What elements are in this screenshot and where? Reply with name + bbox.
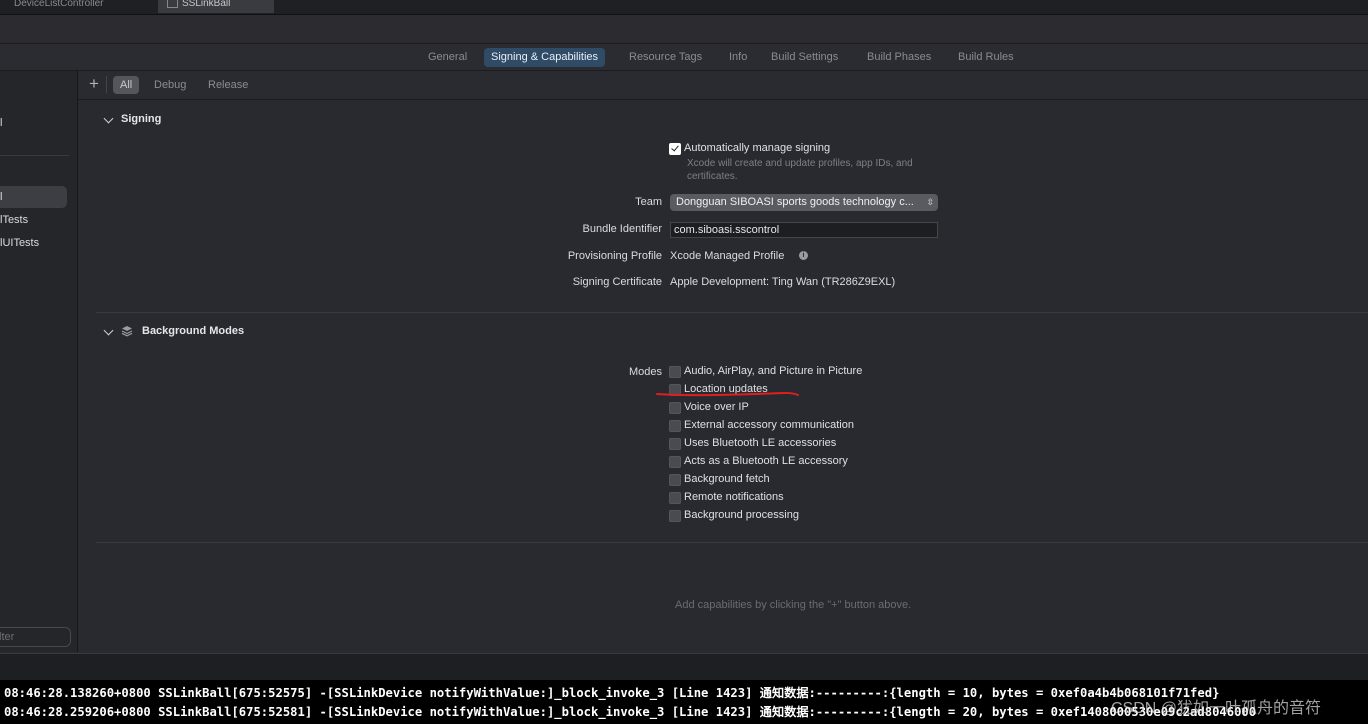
console-toolbar-strip <box>0 654 1368 680</box>
add-capability-button[interactable]: + <box>86 74 102 94</box>
section-divider <box>96 312 1368 313</box>
team-value: Dongguan SIBOASI sports goods technology… <box>676 196 914 208</box>
team-popup-button[interactable]: Dongguan SIBOASI sports goods technology… <box>670 194 938 211</box>
file-tab-label: SSLinkBall <box>182 0 231 9</box>
tab-signing-capabilities[interactable]: Signing & Capabilities <box>484 48 606 67</box>
mode-checkbox-audio[interactable] <box>669 366 681 378</box>
tab-resource-tags[interactable]: Resource Tags <box>622 48 709 67</box>
filter-release-button[interactable]: Release <box>201 76 255 94</box>
tab-build-phases[interactable]: Build Phases <box>860 48 938 67</box>
filter-all-button[interactable]: All <box>113 76 140 94</box>
up-down-chevron-icon: ⇳ <box>926 197 934 207</box>
info-icon[interactable]: i <box>799 251 808 260</box>
auto-manage-signing-label: Automatically manage signing <box>684 142 831 154</box>
filter-debug-button[interactable]: Debug <box>147 76 193 94</box>
file-tab-bar: DeviceListController SSLinkBall <box>0 0 1368 15</box>
console-log-line: 08:46:28.259206+0800 SSLinkBall[675:5258… <box>4 705 1257 719</box>
targets-sidebar: l l lTests lUITests lter <box>0 71 78 652</box>
red-underline-annotation <box>656 392 799 397</box>
mode-checkbox-bluetooth-peripheral[interactable] <box>669 456 681 468</box>
tab-general[interactable]: General <box>421 48 474 67</box>
sidebar-selection <box>0 186 67 208</box>
mode-label-bluetooth-central: Uses Bluetooth LE accessories <box>684 437 837 449</box>
sidebar-item-uitests[interactable]: lUITests <box>0 237 39 249</box>
layers-icon <box>121 326 133 337</box>
navigator-band <box>0 15 1368 44</box>
signing-certificate-value: Apple Development: Ting Wan (TR286Z9EXL) <box>670 276 896 288</box>
tab-info[interactable]: Info <box>722 48 754 67</box>
signing-section-header[interactable]: Signing <box>121 113 161 125</box>
filter-divider <box>106 76 107 93</box>
mode-label-background-processing: Background processing <box>684 509 799 521</box>
modes-label: Modes <box>628 366 662 378</box>
chevron-down-icon[interactable] <box>103 325 114 336</box>
auto-manage-hint: Xcode will create and update profiles, a… <box>687 158 913 182</box>
sidebar-item-project[interactable]: l <box>0 117 2 129</box>
project-icon <box>167 0 178 8</box>
mode-checkbox-voip[interactable] <box>669 402 681 414</box>
team-label: Team <box>635 196 662 208</box>
capabilities-editor: Signing Automatically manage signing Xco… <box>78 100 1368 652</box>
mode-label-background-fetch: Background fetch <box>684 473 770 485</box>
add-capabilities-hint: Add capabilities by clicking the "+" but… <box>675 599 912 611</box>
sidebar-item-target[interactable]: l <box>0 191 2 203</box>
sidebar-divider <box>0 155 69 156</box>
mode-checkbox-external-accessory[interactable] <box>669 420 681 432</box>
file-tab-label: DeviceListController <box>14 0 104 9</box>
capability-filter-bar: + All Debug Release <box>78 71 1368 100</box>
bundle-identifier-label: Bundle Identifier <box>582 223 663 235</box>
console-log-line: 08:46:28.138260+0800 SSLinkBall[675:5257… <box>4 686 1220 700</box>
tab-build-rules[interactable]: Build Rules <box>951 48 1021 67</box>
provisioning-profile-value: Xcode Managed Profile <box>670 250 785 262</box>
mode-checkbox-background-fetch[interactable] <box>669 474 681 486</box>
sidebar-item-tests[interactable]: lTests <box>0 214 28 226</box>
chevron-down-icon[interactable] <box>103 113 114 124</box>
file-tab-sslinkball[interactable]: SSLinkBall <box>158 0 274 13</box>
filter-placeholder: lter <box>0 631 15 643</box>
bundle-identifier-field[interactable]: com.siboasi.sscontrol <box>670 222 938 238</box>
mode-checkbox-remote-notifications[interactable] <box>669 492 681 504</box>
file-tab-devicelistcontroller[interactable]: DeviceListController <box>0 0 156 13</box>
watermark: CSDN @犹如一叶孤舟的音符 <box>1111 700 1322 717</box>
mode-label-voip: Voice over IP <box>684 401 749 413</box>
mode-label-external-accessory: External accessory communication <box>684 419 854 431</box>
editor-tab-bar: General Signing & Capabilities Resource … <box>0 44 1368 71</box>
mode-label-bluetooth-peripheral: Acts as a Bluetooth LE accessory <box>684 455 848 467</box>
auto-manage-signing-checkbox[interactable] <box>669 143 681 155</box>
background-modes-section-header[interactable]: Background Modes <box>142 325 244 337</box>
sidebar-filter-input[interactable]: lter <box>0 627 71 647</box>
tab-build-settings[interactable]: Build Settings <box>764 48 845 67</box>
section-divider <box>96 542 1368 543</box>
mode-checkbox-bluetooth-central[interactable] <box>669 438 681 450</box>
mode-checkbox-background-processing[interactable] <box>669 510 681 522</box>
mode-label-remote-notifications: Remote notifications <box>684 491 784 503</box>
mode-label-audio: Audio, AirPlay, and Picture in Picture <box>684 365 863 377</box>
signing-certificate-label: Signing Certificate <box>572 276 662 288</box>
provisioning-profile-label: Provisioning Profile <box>567 250 662 262</box>
